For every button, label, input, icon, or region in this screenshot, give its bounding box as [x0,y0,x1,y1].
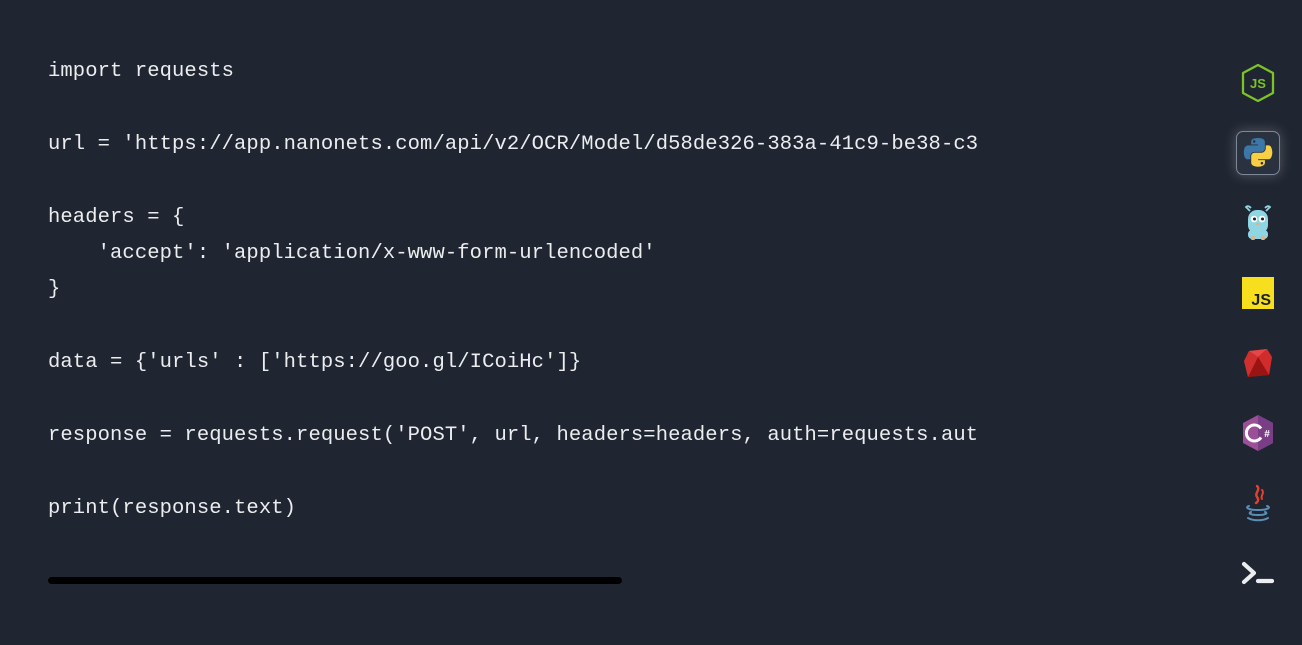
lang-ruby[interactable] [1237,342,1279,384]
lang-javascript[interactable]: JS [1237,272,1279,314]
code-block[interactable]: import requests url = 'https://app.nanon… [48,54,1178,527]
language-selector-rail: JS [1232,62,1284,594]
nodejs-icon: JS [1241,64,1275,102]
ruby-icon [1242,347,1274,379]
java-icon [1243,484,1273,522]
svg-text:JS: JS [1250,76,1266,91]
scrollbar-thumb[interactable] [48,577,622,584]
lang-python[interactable] [1237,132,1279,174]
lang-csharp[interactable]: # [1237,412,1279,454]
horizontal-scrollbar[interactable] [48,577,1178,587]
golang-icon [1244,205,1272,241]
shell-icon [1241,561,1275,585]
lang-nodejs[interactable]: JS [1237,62,1279,104]
csharp-icon: # [1241,414,1275,452]
svg-text:#: # [1264,429,1270,440]
lang-go[interactable] [1237,202,1279,244]
code-viewport: import requests url = 'https://app.nanon… [48,54,1178,594]
svg-text:JS: JS [1251,292,1271,309]
lang-shell[interactable] [1237,552,1279,594]
python-icon [1243,138,1273,168]
javascript-icon: JS [1242,277,1274,309]
lang-java[interactable] [1237,482,1279,524]
